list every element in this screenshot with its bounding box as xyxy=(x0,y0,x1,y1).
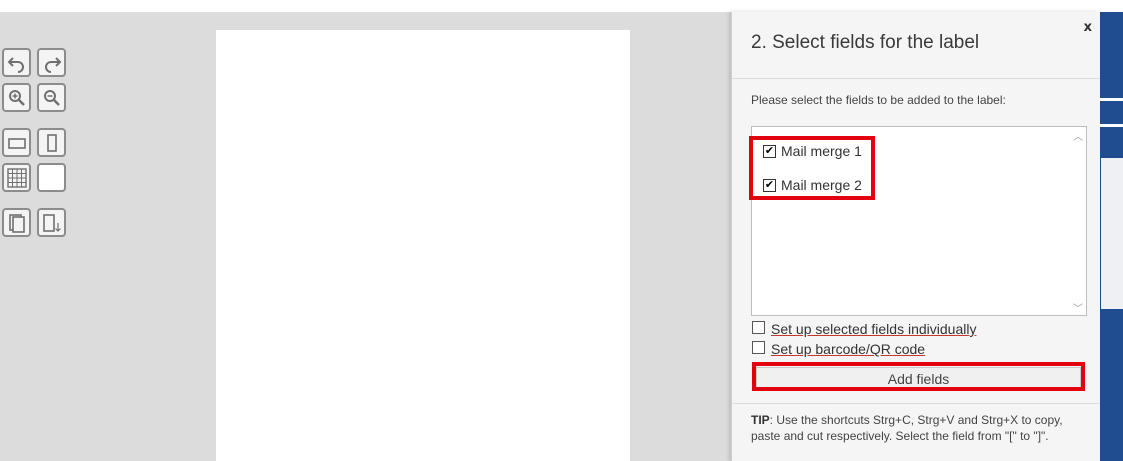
tip-prefix: TIP xyxy=(751,413,770,427)
field-label: Mail merge 1 xyxy=(781,143,862,159)
option-setup-barcode[interactable]: Set up barcode/QR code xyxy=(752,341,925,357)
field-label: Mail merge 2 xyxy=(781,177,862,193)
field-item-mail-merge-1[interactable]: ✔ Mail merge 1 xyxy=(763,141,862,161)
scroll-down-icon[interactable]: ﹀ xyxy=(1072,301,1084,315)
label-designer: 2. Select fields for the label x Please … xyxy=(0,0,1123,461)
checkbox-unchecked[interactable] xyxy=(752,321,765,334)
add-fields-button[interactable]: Add fields xyxy=(756,367,1081,390)
instruction-text: Please select the fields to be added to … xyxy=(751,93,1006,107)
field-list[interactable]: ︿ ✔ Mail merge 1 ✔ Mail merge 2 ﹀ xyxy=(751,126,1087,316)
undo-icon[interactable] xyxy=(2,48,31,77)
dialog-title: 2. Select fields for the label xyxy=(751,32,980,53)
label-page-canvas[interactable] xyxy=(216,30,630,461)
checkbox-checked[interactable]: ✔ xyxy=(763,178,776,192)
scroll-up-icon[interactable]: ︿ xyxy=(1072,129,1084,143)
checkbox-checked[interactable]: ✔ xyxy=(763,144,776,158)
setup-individually-link[interactable]: Set up selected fields individually xyxy=(771,321,976,337)
strip-divider xyxy=(1098,98,1123,101)
checkmark-icon: ✔ xyxy=(764,144,775,157)
checkmark-icon: ✔ xyxy=(764,178,775,191)
grid-icon[interactable] xyxy=(2,163,31,192)
field-item-mail-merge-2[interactable]: ✔ Mail merge 2 xyxy=(763,175,862,195)
option-setup-individually[interactable]: Set up selected fields individually xyxy=(752,321,976,337)
zoom-out-icon[interactable] xyxy=(37,83,66,112)
copy-page-icon[interactable] xyxy=(2,208,31,237)
landscape-icon[interactable] xyxy=(2,128,31,157)
portrait-icon[interactable] xyxy=(37,128,66,157)
tip-text: TIP: Use the shortcuts Strg+C, Strg+V an… xyxy=(751,412,1086,444)
close-button[interactable]: x xyxy=(1084,20,1092,35)
dialog-divider xyxy=(732,403,1100,404)
tip-body: : Use the shortcuts Strg+C, Strg+V and S… xyxy=(751,413,1063,443)
side-panel-strip xyxy=(1098,12,1123,461)
checkbox-unchecked[interactable] xyxy=(752,341,765,354)
blank-page-icon[interactable] xyxy=(37,163,66,192)
select-fields-dialog: 2. Select fields for the label x Please … xyxy=(731,12,1100,461)
strip-divider xyxy=(1098,124,1123,127)
setup-barcode-link[interactable]: Set up barcode/QR code xyxy=(771,341,925,357)
page-down-icon[interactable] xyxy=(37,208,66,237)
redo-icon[interactable] xyxy=(37,48,66,77)
zoom-in-icon[interactable] xyxy=(2,83,31,112)
dialog-header: 2. Select fields for the label x xyxy=(732,12,1100,79)
strip-panel xyxy=(1101,158,1123,309)
